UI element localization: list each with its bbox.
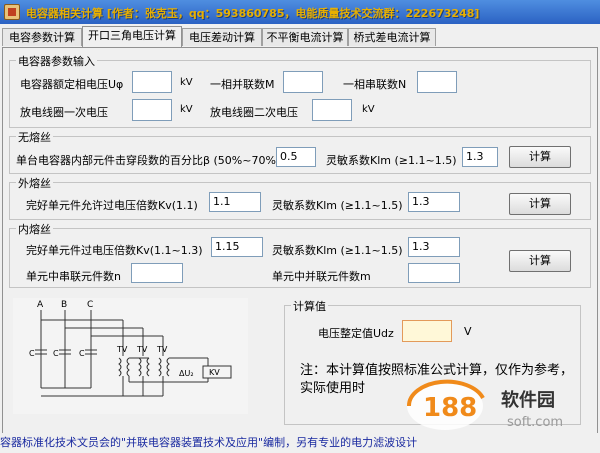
- relay-kv-label: KV: [209, 368, 220, 377]
- site-watermark-logo: 188 软件园 soft.com: [406, 379, 563, 430]
- breakdown-percent-input[interactable]: 0.5: [276, 147, 316, 167]
- no-fuse-group-title: 无熔丝: [16, 129, 53, 145]
- capacitor-b-label: C: [53, 349, 59, 358]
- parallel-elements-input[interactable]: [408, 263, 460, 283]
- series-count-label: 一相串联数N: [343, 78, 407, 91]
- int-fuse-group-title: 内熔丝: [16, 221, 53, 237]
- capacitor-c-label: C: [79, 349, 85, 358]
- rated-voltage-label: 电容器额定相电压Uφ: [20, 78, 124, 91]
- phase-b-label: B: [61, 300, 67, 310]
- no-fuse-sens-input[interactable]: 1.3: [462, 147, 498, 167]
- tab-open-delta-voltage[interactable]: 开口三角电压计算: [82, 26, 182, 48]
- ext-fuse-group-title: 外熔丝: [16, 175, 53, 191]
- tab-bridge-diff-current[interactable]: 桥式差电流计算: [348, 28, 436, 46]
- series-elements-label: 单元中串联元件数n: [26, 270, 121, 283]
- int-sens-label: 灵敏系数Klm (≥1.1~1.5): [272, 244, 403, 257]
- coil-primary-label: 放电线圈一次电压: [20, 106, 108, 119]
- ext-sens-label: 灵敏系数Klm (≥1.1~1.5): [272, 199, 403, 212]
- int-fuse-calc-button[interactable]: 计算: [509, 250, 571, 272]
- int-kv-input[interactable]: 1.15: [211, 237, 263, 257]
- series-count-input[interactable]: [417, 71, 457, 93]
- coil-secondary-input[interactable]: [312, 99, 352, 121]
- parallel-count-label: 一相并联数M: [210, 78, 275, 91]
- footer-description: 容器标准化技术文员会的"并联电容器装置技术及应用"编制，另有专业的电力滤波设计: [0, 433, 600, 453]
- rated-voltage-unit: kV: [180, 77, 193, 88]
- parallel-count-input[interactable]: [283, 71, 323, 93]
- open-delta-circuit-diagram: A B C C C C TV TV TV ΔU₂ KV: [13, 298, 248, 414]
- no-fuse-sens-label: 灵敏系数Klm (≥1.1~1.5): [326, 154, 457, 167]
- series-elements-input[interactable]: [131, 263, 183, 283]
- watermark-domain: soft.com: [507, 415, 563, 430]
- parallel-elements-label: 单元中并联元件数m: [272, 270, 371, 283]
- delta-u-label: ΔU₂: [179, 369, 194, 378]
- ext-kv-label: 完好单元件允许过电压倍数Kv(1.1): [26, 199, 198, 212]
- watermark-number: 188: [423, 393, 477, 423]
- coil-secondary-unit: kV: [362, 104, 375, 115]
- ext-sens-input[interactable]: 1.3: [408, 192, 460, 212]
- coil-secondary-label: 放电线圈二次电压: [210, 106, 298, 119]
- tv1-label: TV: [116, 345, 128, 354]
- coil-primary-unit: kV: [180, 104, 193, 115]
- coil-primary-input[interactable]: [132, 99, 172, 121]
- tab-voltage-differential[interactable]: 电压差动计算: [182, 28, 262, 46]
- phase-a-label: A: [37, 300, 44, 310]
- title-bar: 电容器相关计算 [作者：张克玉，qq：593860785，电能质量技术交流群：2…: [0, 0, 600, 24]
- app-icon: [4, 4, 20, 20]
- tab-unbalance-current[interactable]: 不平衡电流计算: [262, 28, 348, 46]
- ext-kv-input[interactable]: 1.1: [209, 192, 261, 212]
- result-group-title: 计算值: [291, 298, 328, 314]
- ext-fuse-calc-button[interactable]: 计算: [509, 193, 571, 215]
- setting-voltage-output: [402, 320, 452, 342]
- no-fuse-calc-button[interactable]: 计算: [509, 146, 571, 168]
- tab-capacitor-params[interactable]: 电容参数计算: [2, 28, 82, 46]
- capacitor-a-label: C: [29, 349, 35, 358]
- tv3-label: TV: [156, 345, 168, 354]
- window-title: 电容器相关计算 [作者：张克玉，qq：593860785，电能质量技术交流群：2…: [26, 7, 480, 20]
- params-group-title: 电容器参数输入: [16, 53, 97, 69]
- breakdown-percent-label: 单台电容器内部元件击穿段数的百分比β (50%~70%): [16, 154, 281, 167]
- watermark-name: 软件园: [501, 389, 555, 411]
- setting-voltage-unit: V: [464, 325, 472, 338]
- tv2-label: TV: [136, 345, 148, 354]
- int-sens-input[interactable]: 1.3: [408, 237, 460, 257]
- int-kv-label: 完好单元件过电压倍数Kv(1.1~1.3): [26, 244, 203, 257]
- setting-voltage-label: 电压整定值Udz: [318, 327, 394, 340]
- phase-c-label: C: [87, 300, 93, 310]
- rated-voltage-input[interactable]: [132, 71, 172, 93]
